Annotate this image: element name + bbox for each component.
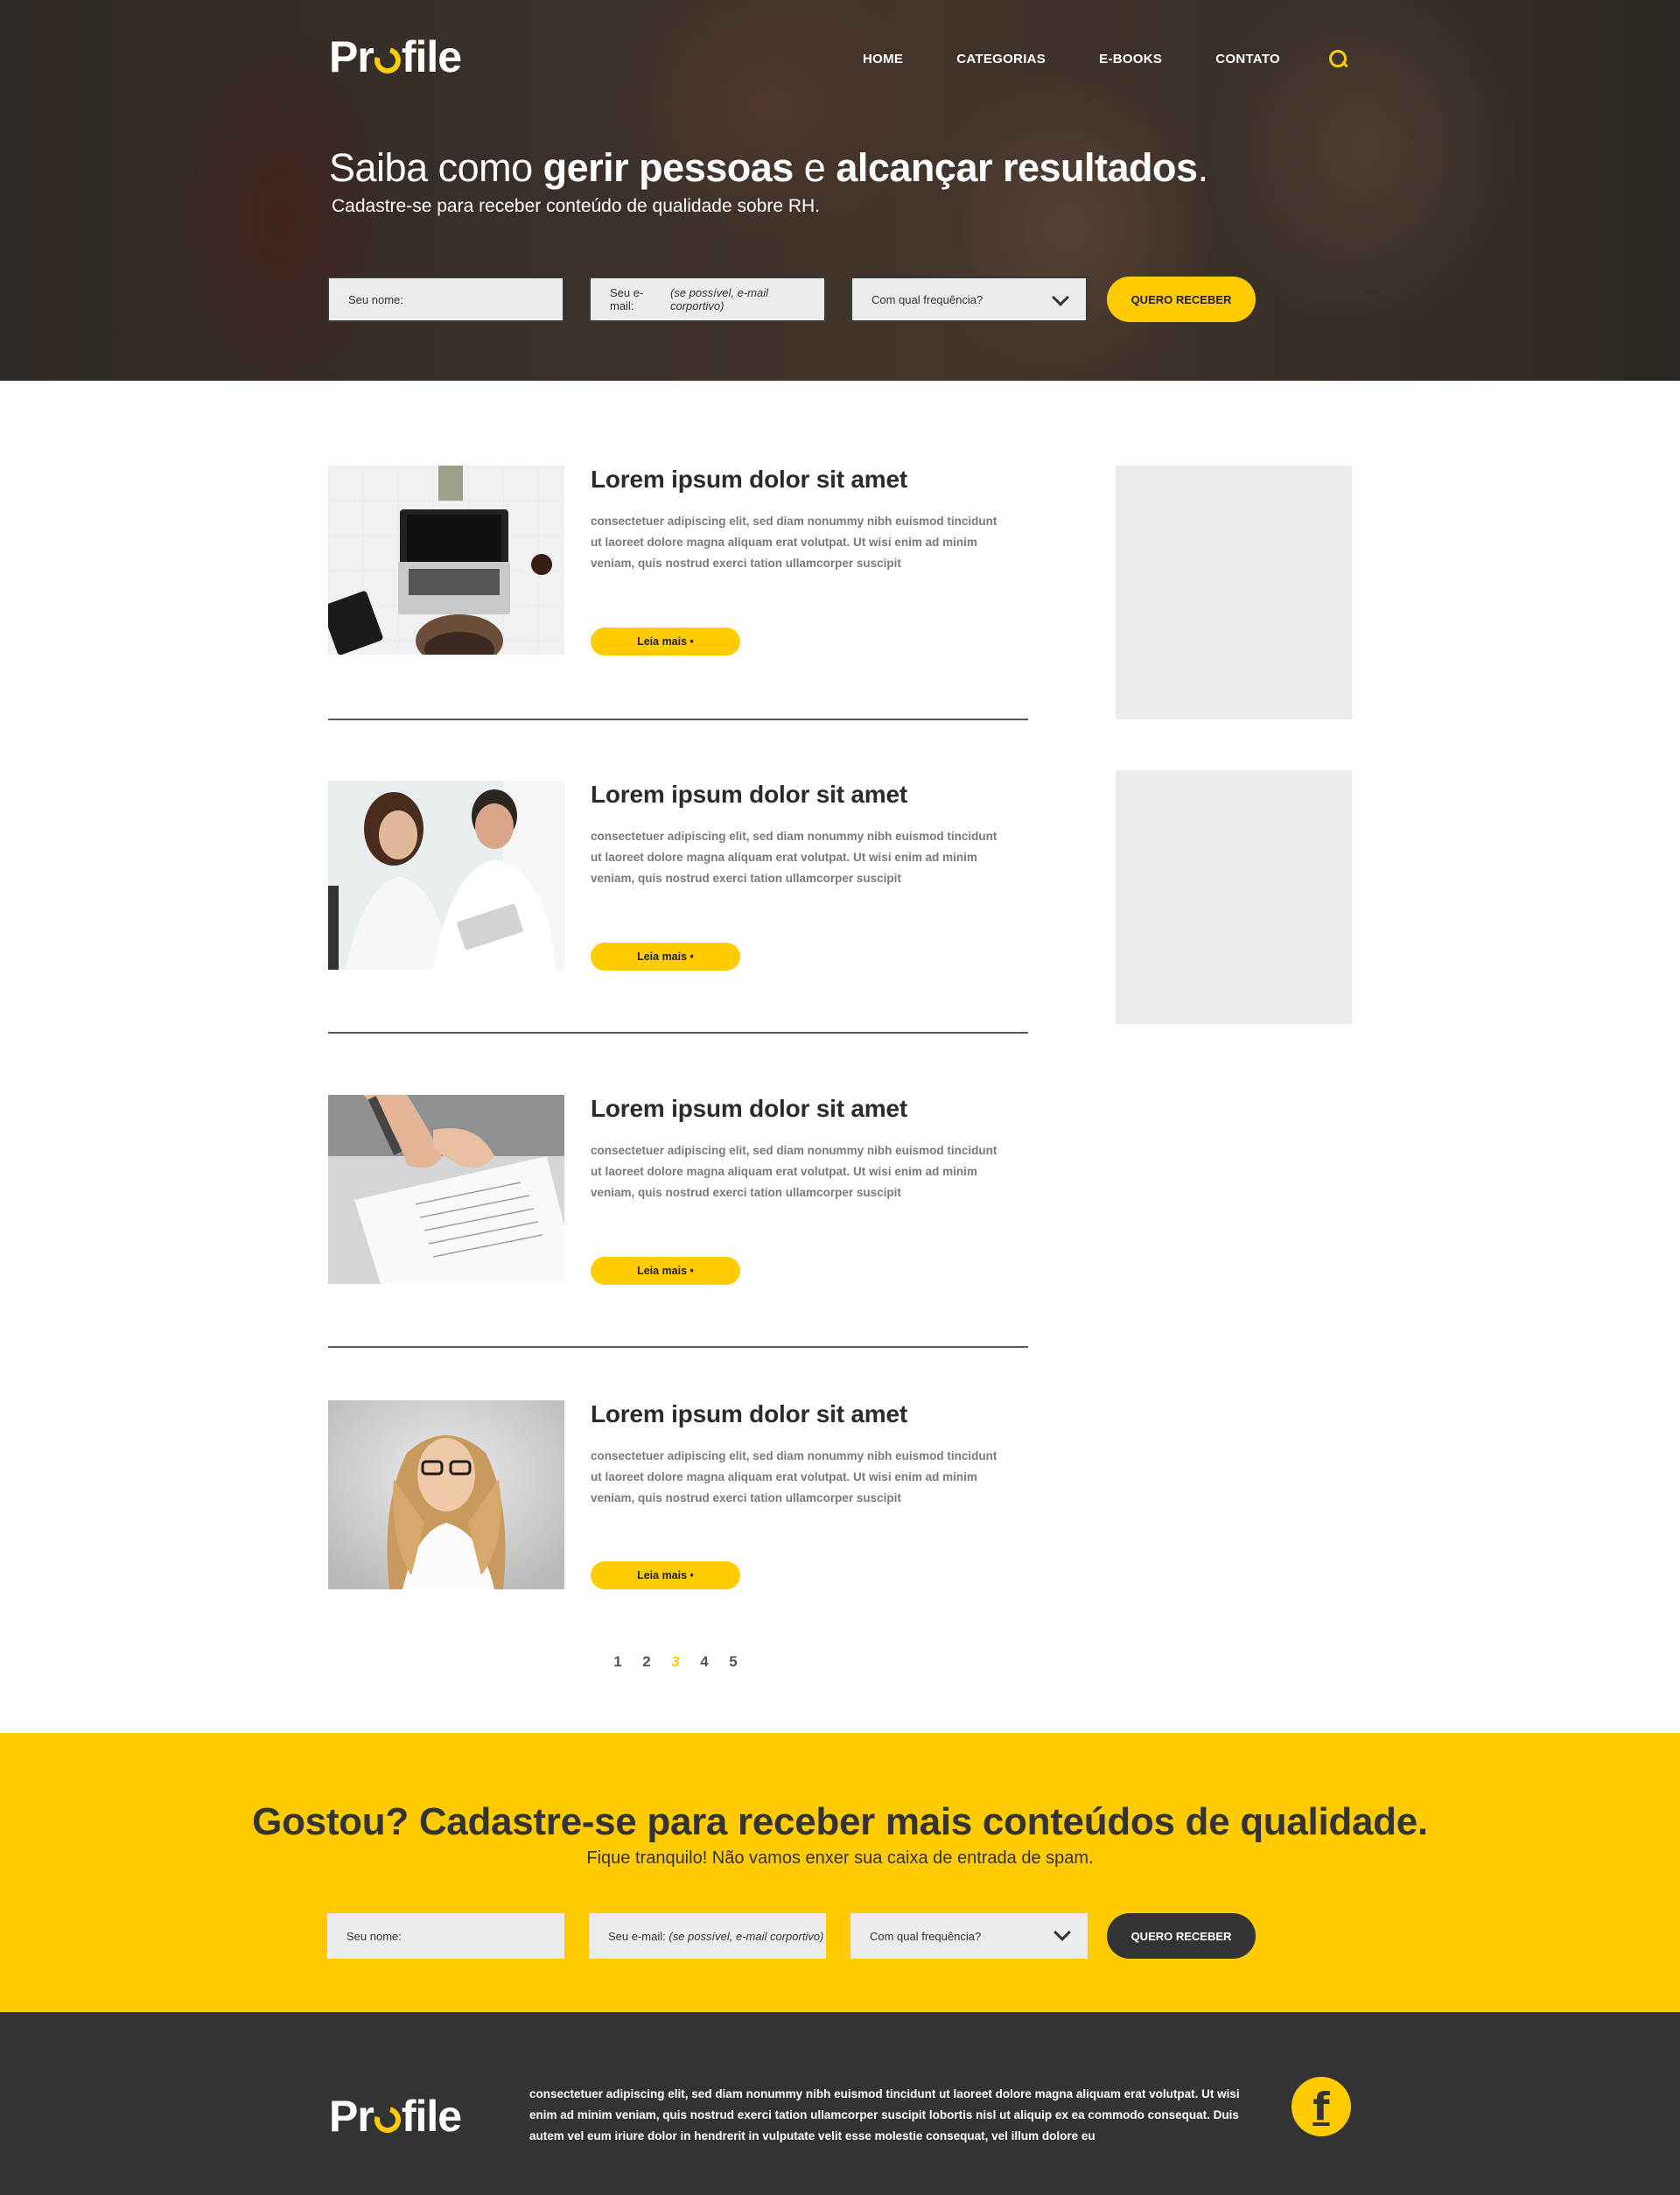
main-nav: HOME CATEGORIAS E-BOOKS CONTATO [863, 48, 1348, 69]
post-excerpt: consectetuer adipiscing elit, sed diam n… [591, 1449, 998, 1504]
hero-title-part: e [793, 145, 836, 190]
logo-text-end: file [401, 2092, 462, 2141]
cta-title: Gostou? Cadastre-se para receber mais co… [252, 1800, 1428, 1843]
nav-item-categorias[interactable]: CATEGORIAS [956, 52, 1046, 67]
nav-item-ebooks[interactable]: E-BOOKS [1099, 52, 1162, 67]
post-divider [328, 1032, 1028, 1034]
post-excerpt: consectetuer adipiscing elit, sed diam n… [591, 1144, 998, 1199]
cta-subtitle: Fique tranquilo! Não vamos enxer sua cai… [586, 1848, 1094, 1868]
page-link[interactable]: 5 [728, 1653, 738, 1671]
ad-placeholder[interactable] [1116, 466, 1352, 719]
hero-section: Pr file HOME CATEGORIAS E-BOOKS CONTATO S… [0, 0, 1680, 381]
hero-title-part: . [1197, 145, 1209, 190]
name-field-placeholder: Seu nome: [346, 1929, 402, 1943]
page-link-current[interactable]: 3 [670, 1653, 681, 1671]
site-logo[interactable]: Pr file [329, 32, 462, 81]
logo-text-start: Pr [329, 32, 374, 81]
post-title[interactable]: Lorem ipsum dolor sit amet [591, 1095, 907, 1123]
footer: Pr file consectetuer adipiscing elit, sed… [0, 2012, 1680, 2195]
post-excerpt: consectetuer adipiscing elit, sed diam n… [591, 830, 998, 885]
hero-title-bold: alcançar resultados [836, 145, 1198, 190]
email-field[interactable]: Seu e-mail: (se possível, e-mail corport… [589, 1913, 826, 1959]
pagination: 1 2 3 4 5 [612, 1653, 757, 1671]
frequency-select[interactable]: Com qual frequência? [850, 1913, 1088, 1959]
post-thumbnail[interactable] [328, 1400, 564, 1589]
facebook-icon[interactable]: f [1292, 2077, 1351, 2136]
frequency-select-placeholder: Com qual frequência? [870, 1929, 982, 1943]
ad-placeholder[interactable] [1116, 770, 1352, 1024]
read-more-button[interactable]: Leia mais • [591, 943, 740, 971]
hero-title-part: Saiba como [329, 145, 543, 190]
page-link[interactable]: 2 [641, 1653, 652, 1671]
hero-signup-form: Seu nome: Seu e-mail: (se possível, e-ma… [327, 277, 1256, 322]
logo-text-start: Pr [329, 2092, 374, 2141]
post-divider [328, 1346, 1028, 1348]
read-more-button[interactable]: Leia mais • [591, 628, 740, 656]
post-divider [328, 719, 1028, 720]
nav-item-contato[interactable]: CONTATO [1215, 52, 1280, 67]
read-more-button[interactable]: Leia mais • [591, 1257, 740, 1285]
name-field[interactable]: Seu nome: [327, 1913, 564, 1959]
email-field-placeholder: Seu e-mail: [608, 1929, 666, 1943]
submit-button[interactable]: QUERO RECEBER [1107, 277, 1256, 322]
page-link[interactable]: 1 [612, 1653, 623, 1671]
email-field-placeholder: Seu e-mail: [610, 286, 644, 312]
signup-cta-section: Gostou? Cadastre-se para receber mais co… [0, 1733, 1680, 2012]
frequency-select-placeholder: Com qual frequência? [872, 292, 984, 306]
hero-title: Saiba como gerir pessoas e alcançar resu… [329, 145, 1208, 191]
page-link[interactable]: 4 [699, 1653, 710, 1671]
hero-title-bold: gerir pessoas [542, 145, 794, 190]
logo-o-icon [369, 2101, 406, 2138]
name-field[interactable]: Seu nome: [327, 277, 564, 322]
footer-logo[interactable]: Pr file [329, 2092, 462, 2141]
logo-o-icon [369, 42, 406, 79]
search-icon[interactable] [1327, 48, 1348, 69]
post-title[interactable]: Lorem ipsum dolor sit amet [591, 781, 907, 809]
name-field-placeholder: Seu nome: [348, 292, 403, 306]
post-title[interactable]: Lorem ipsum dolor sit amet [591, 466, 907, 494]
email-field-hint: (se possível, e-mail corportivo) [670, 286, 768, 312]
chevron-down-icon [1052, 289, 1069, 306]
post-thumbnail[interactable] [328, 781, 564, 970]
post-excerpt: consectetuer adipiscing elit, sed diam n… [591, 515, 998, 570]
frequency-select[interactable]: Com qual frequência? [850, 277, 1088, 322]
nav-item-home[interactable]: HOME [863, 52, 903, 67]
read-more-button[interactable]: Leia mais • [591, 1561, 740, 1589]
email-field[interactable]: Seu e-mail: (se possível, e-mail corport… [589, 277, 826, 322]
email-field-hint: (se possível, e-mail corportivo) [668, 1929, 824, 1943]
logo-text-end: file [401, 32, 462, 81]
post-thumbnail[interactable] [328, 1095, 564, 1284]
footer-text: consectetuer adipiscing elit, sed diam n… [529, 2087, 1240, 2142]
facebook-glyph: f [1312, 2084, 1330, 2129]
chevron-down-icon [1054, 1924, 1071, 1941]
post-thumbnail[interactable] [328, 466, 564, 655]
post-title[interactable]: Lorem ipsum dolor sit amet [591, 1400, 907, 1428]
submit-button[interactable]: QUERO RECEBER [1107, 1913, 1256, 1959]
hero-subtitle: Cadastre-se para receber conteúdo de qua… [332, 196, 821, 216]
cta-signup-form: Seu nome: Seu e-mail: (se possível, e-ma… [327, 1913, 1256, 1959]
